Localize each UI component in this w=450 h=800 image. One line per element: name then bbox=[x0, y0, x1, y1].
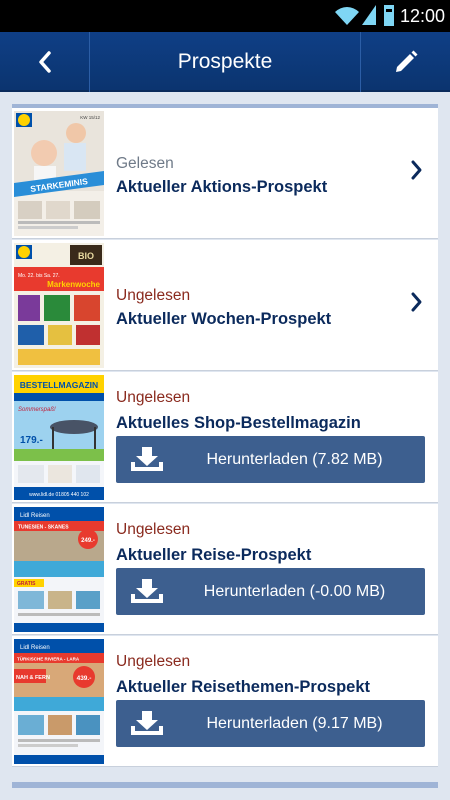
brochure-list[interactable]: KW 15/12 STARKEMINIS Gelesen Aktueller A… bbox=[0, 92, 450, 800]
download-button-label: Herunterladen (7.82 MB) bbox=[206, 450, 383, 468]
signal-icon bbox=[362, 5, 376, 25]
download-button-label: Herunterladen (-0.00 MB) bbox=[203, 582, 386, 600]
thumb-price: 179.- bbox=[20, 435, 43, 446]
download-button-label: Herunterladen (9.17 MB) bbox=[206, 714, 383, 732]
thumb-tag: GRATIS bbox=[17, 581, 36, 587]
download-icon bbox=[131, 711, 163, 735]
page-title: Prospekte bbox=[177, 50, 273, 73]
status-label: Gelesen bbox=[116, 155, 174, 172]
brochure-item-shop-bestellmagazin[interactable]: BESTELLMAGAZIN Sommerspaß! 179.- www.lid… bbox=[12, 372, 438, 503]
status-label: Ungelesen bbox=[116, 653, 191, 670]
brochure-item-reisethemen[interactable]: Lidl Reisen TÜRKISCHE RIVIERA - LARA NAH… bbox=[12, 636, 438, 767]
brochure-title: Aktueller Wochen-Prospekt bbox=[116, 310, 332, 328]
edit-button[interactable] bbox=[360, 32, 450, 92]
download-button[interactable]: Herunterladen (7.82 MB) bbox=[116, 436, 425, 483]
brochure-item-reise[interactable]: Lidl Reisen TUNESIEN - SKANES 249.- GRAT… bbox=[12, 504, 438, 635]
back-button[interactable] bbox=[0, 32, 90, 92]
list-bottom-divider bbox=[12, 782, 438, 788]
thumb-header: Lidl Reisen bbox=[20, 513, 50, 519]
thumb-price: 439.- bbox=[77, 675, 92, 682]
brochure-thumbnail: BESTELLMAGAZIN Sommerspaß! 179.- www.lid… bbox=[14, 375, 104, 500]
download-button[interactable]: Herunterladen (-0.00 MB) bbox=[116, 568, 425, 615]
status-label: Ungelesen bbox=[116, 287, 191, 304]
brochure-title: Aktueller Reisethemen-Prospekt bbox=[116, 678, 371, 696]
action-bar: Prospekte bbox=[0, 32, 450, 92]
thumb-sub: Sommerspaß! bbox=[18, 407, 56, 413]
thumb-badge: BIO bbox=[78, 251, 94, 261]
pencil-icon bbox=[395, 50, 417, 72]
brochure-item-wochen[interactable]: BIO Mo. 22. bis Sa. 27. Markenwoche Unge… bbox=[12, 240, 438, 371]
download-icon bbox=[131, 579, 163, 603]
thumb-dest: TÜRKISCHE RIVIERA - LARA bbox=[17, 656, 80, 662]
status-bar: 12:00 bbox=[0, 0, 450, 32]
thumb-price: 249.- bbox=[81, 538, 95, 544]
brochure-thumbnail: BIO Mo. 22. bis Sa. 27. Markenwoche bbox=[14, 243, 104, 368]
thumb-date: Mo. 22. bis Sa. 27. bbox=[18, 273, 60, 279]
thumb-code: KW 15/12 bbox=[80, 115, 100, 120]
brochure-title: Aktueller Reise-Prospekt bbox=[116, 546, 312, 564]
chevron-left-icon bbox=[38, 51, 51, 73]
thumb-banner: BESTELLMAGAZIN bbox=[20, 380, 98, 390]
wifi-icon bbox=[335, 7, 359, 25]
thumb-footer: www.lidl.de 01805 440 102 bbox=[29, 492, 89, 498]
brochure-title: Aktueller Aktions-Prospekt bbox=[116, 178, 328, 196]
chevron-right-icon[interactable] bbox=[410, 290, 424, 314]
brochure-thumbnail: Lidl Reisen TÜRKISCHE RIVIERA - LARA NAH… bbox=[14, 639, 104, 764]
status-label: Ungelesen bbox=[116, 521, 191, 538]
download-icon bbox=[131, 447, 163, 471]
clock: 12:00 bbox=[400, 6, 446, 26]
brochure-thumbnail: Lidl Reisen TUNESIEN - SKANES 249.- GRAT… bbox=[14, 507, 104, 632]
battery-icon bbox=[384, 5, 394, 26]
chevron-right-icon[interactable] bbox=[410, 158, 424, 182]
status-label: Ungelesen bbox=[116, 389, 191, 406]
thumb-tag: NAH & FERN bbox=[16, 675, 50, 681]
thumb-dest: TUNESIEN - SKANES bbox=[18, 525, 69, 531]
brochure-thumbnail: KW 15/12 STARKEMINIS bbox=[14, 111, 104, 236]
brochure-item-aktions[interactable]: KW 15/12 STARKEMINIS Gelesen Aktueller A… bbox=[12, 108, 438, 239]
brochure-title: Aktuelles Shop-Bestellmagazin bbox=[116, 414, 361, 432]
thumb-banner: Markenwoche bbox=[47, 280, 100, 289]
thumb-header: Lidl Reisen bbox=[20, 645, 50, 651]
download-button[interactable]: Herunterladen (9.17 MB) bbox=[116, 700, 425, 747]
